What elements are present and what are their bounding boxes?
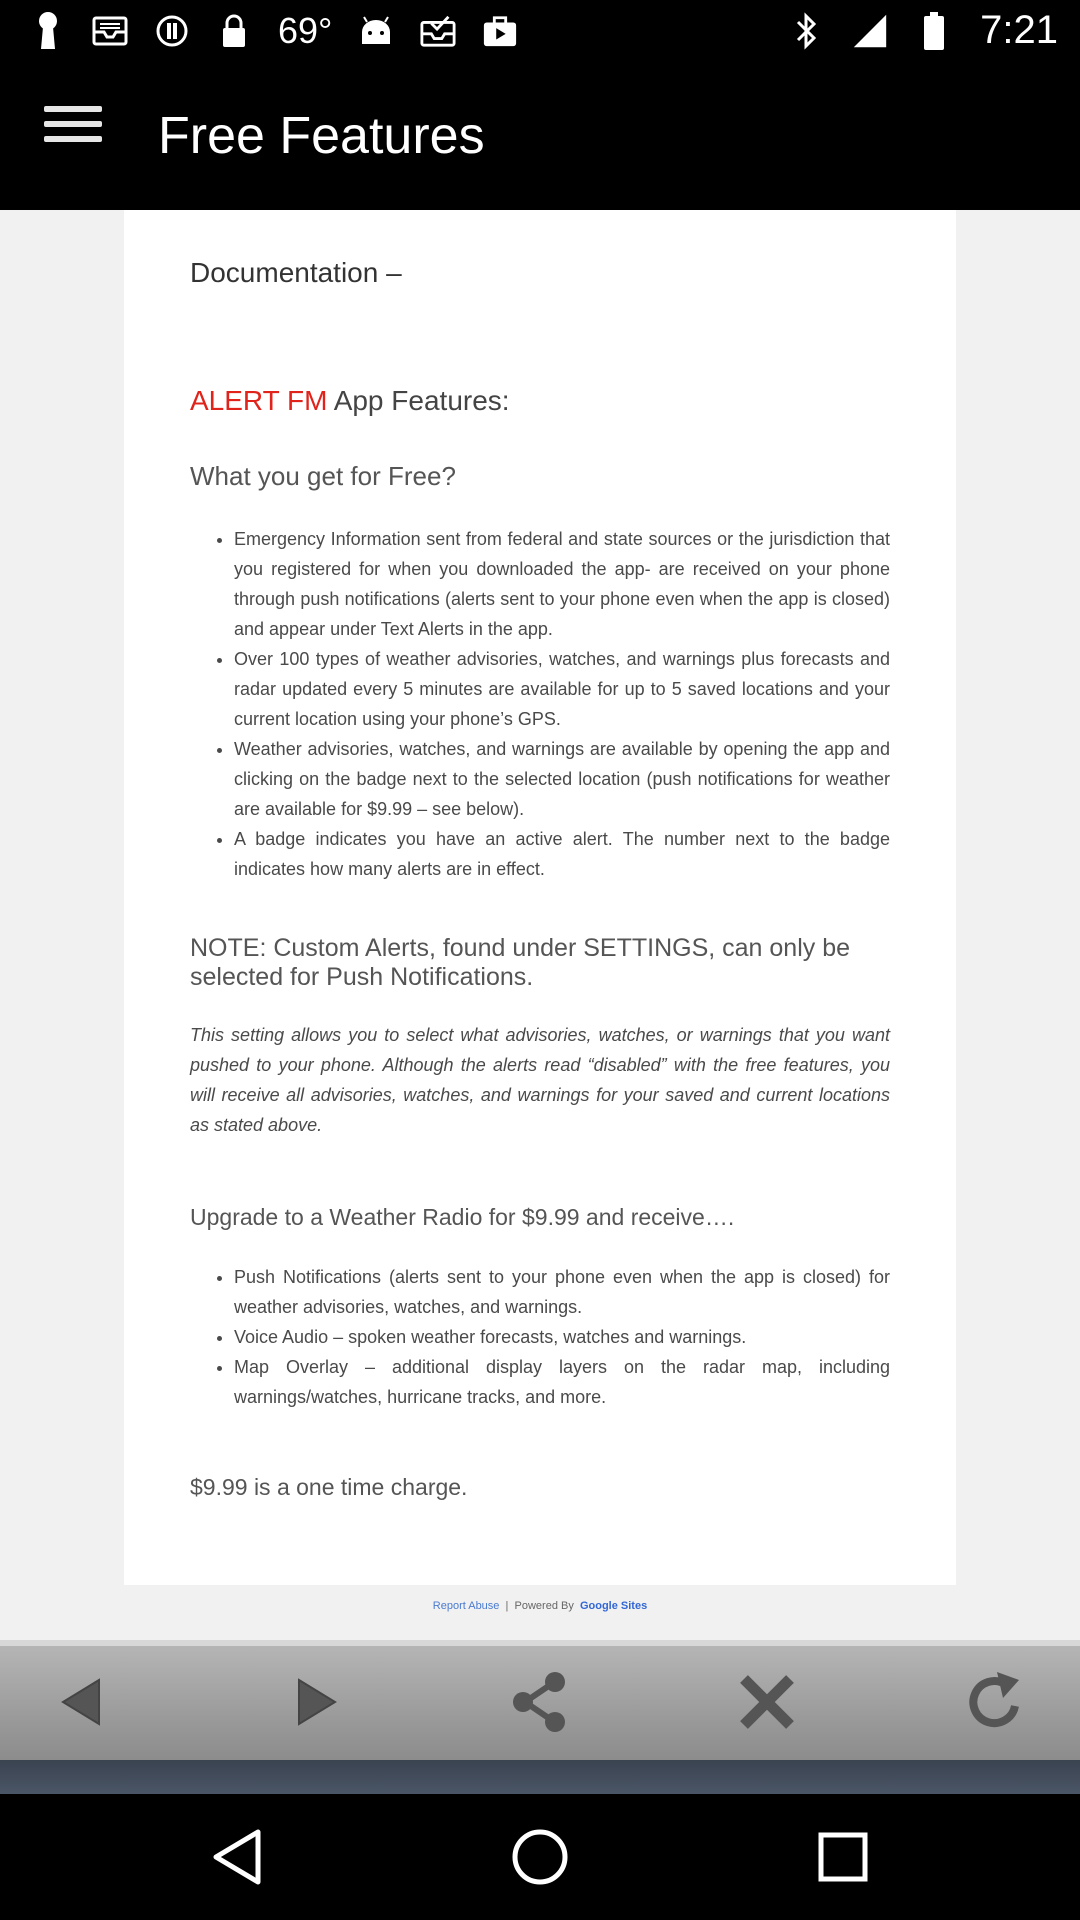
clock-time: 7:21 (980, 8, 1058, 52)
list-item: A badge indicates you have an active ale… (234, 824, 890, 884)
keyhole-icon (30, 11, 66, 51)
system-nav-bar (0, 1794, 1080, 1920)
inbox-icon (92, 11, 128, 51)
lock-icon (216, 11, 252, 51)
bluetooth-icon (788, 11, 824, 51)
site-footer: Report Abuse | Powered By Google Sites (0, 1600, 1080, 1612)
free-features-list: Emergency Information sent from federal … (190, 524, 890, 884)
list-item: Weather advisories, watches, and warning… (234, 734, 890, 824)
status-bar: 69° 7:21 (0, 0, 1080, 62)
page-title: Free Features (158, 107, 485, 165)
browser-toolbar (0, 1640, 1080, 1766)
play-store-icon (482, 11, 518, 51)
battery-icon (916, 11, 952, 51)
share-icon[interactable] (495, 1662, 585, 1742)
list-item: Emergency Information sent from federal … (234, 524, 890, 644)
forward-arrow-icon[interactable] (270, 1662, 360, 1742)
note-heading: NOTE: Custom Alerts, found under SETTING… (190, 934, 850, 991)
alert-circle-icon (154, 11, 190, 51)
signal-icon (852, 11, 888, 51)
free-question-heading: What you get for Free? (190, 461, 456, 491)
list-item: Over 100 types of weather advisories, wa… (234, 644, 890, 734)
report-abuse-link[interactable]: Report Abuse (433, 1600, 500, 1612)
nav-back-icon[interactable] (202, 1822, 272, 1892)
app-features-heading: ALERT FM App Features: (190, 382, 890, 420)
android-icon (358, 11, 394, 51)
google-sites-link[interactable]: Google Sites (580, 1600, 647, 1612)
nav-recents-icon[interactable] (808, 1822, 878, 1892)
upgrade-heading: Upgrade to a Weather Radio for $9.99 and… (190, 1204, 735, 1230)
refresh-icon[interactable] (950, 1662, 1040, 1742)
footer-separator: | (505, 1600, 509, 1612)
webview-content[interactable]: Documentation – ALERT FM App Features: W… (0, 210, 1080, 1640)
charge-note: $9.99 is a one time charge. (190, 1474, 468, 1500)
upgrade-features-list: Push Notifications (alerts sent to your … (190, 1262, 890, 1412)
document-page: Documentation – ALERT FM App Features: W… (124, 210, 956, 1585)
hamburger-menu-icon[interactable] (40, 106, 106, 166)
list-item: Voice Audio – spoken weather forecasts, … (234, 1322, 890, 1352)
note-body: This setting allows you to select what a… (190, 1025, 890, 1135)
features-heading-text: App Features: (327, 385, 510, 416)
back-arrow-icon[interactable] (38, 1662, 128, 1742)
app-bar: Free Features (0, 62, 1080, 210)
toolbar-shadow (0, 1760, 1080, 1794)
list-item: Push Notifications (alerts sent to your … (234, 1262, 890, 1322)
powered-by-text: Powered By (514, 1600, 574, 1612)
close-icon[interactable] (722, 1662, 812, 1742)
inbox-check-icon (420, 11, 456, 51)
list-item: Map Overlay – additional display layers … (234, 1352, 890, 1412)
brand-name: ALERT FM (190, 385, 328, 416)
nav-home-icon[interactable] (505, 1822, 575, 1892)
document-title: Documentation – (190, 257, 402, 288)
temperature-text: 69° (278, 10, 333, 51)
